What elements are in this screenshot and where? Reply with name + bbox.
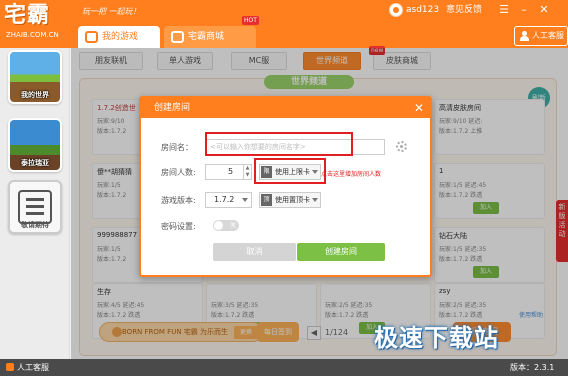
highlight-box <box>205 132 353 156</box>
footer-customer-service[interactable]: 人工客服 <box>6 359 49 376</box>
game-sidebar: 我的世界 泰拉瑞亚 敬请期待 <box>0 48 70 359</box>
gamepad-icon <box>85 31 98 43</box>
confirm-create-room-button[interactable]: 创建房间 <box>297 243 385 261</box>
room-name-label: 房间名： <box>161 143 193 152</box>
pin-card-label: 使用置顶卡 <box>275 196 310 204</box>
feedback-link[interactable]: 意见反馈 <box>446 3 482 17</box>
use-pin-card-select[interactable]: 顶 使用置顶卡 <box>259 192 321 208</box>
logo-text: 宅霸 <box>4 3 51 28</box>
gear-icon[interactable] <box>396 141 407 152</box>
create-room-dialog: 创建房间 ✕ 房间名： <可以输入你想要的房间名字> 房间人数: 5 ▲ ▼ 限 … <box>139 96 432 277</box>
watermark: 极速下载站 <box>374 324 499 352</box>
cancel-button[interactable]: 取消 <box>213 243 296 261</box>
chevron-down-icon <box>312 198 318 202</box>
version-label: 游戏版本: <box>161 196 196 205</box>
minimize-icon[interactable]: – <box>516 2 532 17</box>
tab-my-games[interactable]: 我的游戏 <box>78 26 160 48</box>
stepper-arrows-icon[interactable]: ▲ ▼ <box>243 165 251 179</box>
hint-text: 点击这里增加房间人数 <box>321 171 382 178</box>
sidebar-item-label: 我的世界 <box>21 91 49 99</box>
close-icon[interactable]: ✕ <box>414 98 424 118</box>
chevron-down-icon <box>242 198 248 202</box>
username[interactable]: asd123 <box>406 3 439 17</box>
close-window-icon[interactable]: ✕ <box>536 2 552 17</box>
sidebar-item-coming-soon[interactable]: 敬请期待 <box>8 180 62 234</box>
sidebar-item-terraria[interactable]: 泰拉瑞亚 <box>8 118 62 172</box>
tab-label: 我的游戏 <box>102 32 139 42</box>
player-count-stepper[interactable]: 5 ▲ ▼ <box>205 164 252 180</box>
player-count-label: 房间人数: <box>161 168 196 177</box>
dialog-title: 创建房间 <box>154 103 191 113</box>
password-toggle[interactable]: 关 <box>213 220 239 231</box>
password-label: 密码设置: <box>161 222 196 231</box>
hot-badge: HOT <box>242 16 259 25</box>
pin-card-icon: 顶 <box>261 194 272 206</box>
person-icon <box>520 31 529 41</box>
app-logo[interactable]: 宅霸 ZHAIB.COM.CN <box>4 2 76 46</box>
customer-service-label: 人工客服 <box>532 31 564 40</box>
shop-icon <box>171 31 184 43</box>
sidebar-item-label: 泰拉瑞亚 <box>21 159 49 167</box>
customer-service-button[interactable]: 人工客服 <box>514 26 568 46</box>
version-value: 1.7.2 <box>214 195 235 204</box>
app-header: 宅霸 ZHAIB.COM.CN 玩一把 一起玩！ 我的游戏 宅霸商城 HOT a… <box>0 0 568 48</box>
user-avatar[interactable] <box>389 3 403 17</box>
placeholder-icon <box>18 190 52 224</box>
chat-icon <box>6 363 14 371</box>
tab-label: 宅霸商城 <box>188 32 225 42</box>
slogan: 玩一把 一起玩！ <box>82 7 141 16</box>
footer-cs-label: 人工客服 <box>17 363 49 372</box>
highlight-box <box>254 158 326 184</box>
dialog-header: 创建房间 ✕ <box>141 98 430 118</box>
tab-store[interactable]: 宅霸商城 <box>164 26 256 48</box>
version-label: 版本：2.3.1 <box>510 363 555 372</box>
logo-subtext: ZHAIB.COM.CN <box>6 31 59 39</box>
version-select[interactable]: 1.7.2 <box>205 192 252 208</box>
player-count-value: 5 <box>228 167 234 176</box>
sidebar-item-minecraft[interactable]: 我的世界 <box>8 50 62 104</box>
sidebar-item-label: 敬请期待 <box>21 221 49 229</box>
status-bar: 人工客服 版本：2.3.1 <box>0 359 568 376</box>
menu-icon[interactable]: ☰ <box>496 2 512 17</box>
